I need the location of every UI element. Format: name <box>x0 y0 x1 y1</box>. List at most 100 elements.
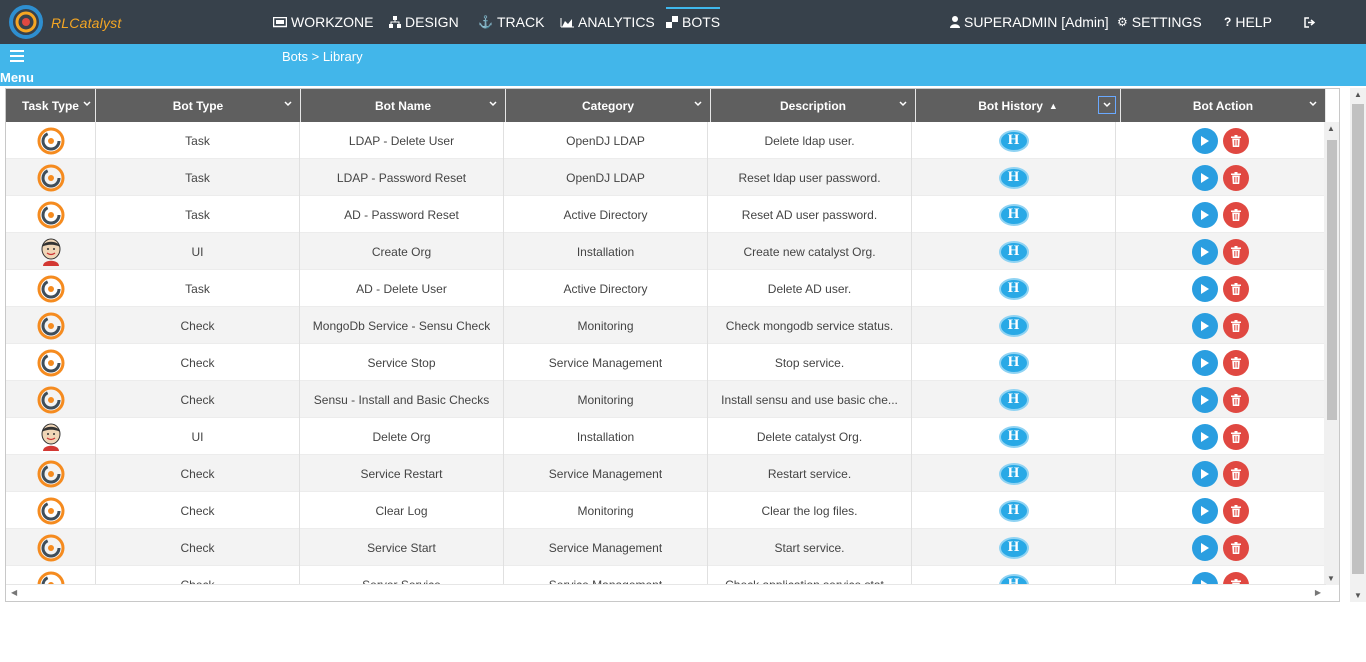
play-icon <box>1201 357 1209 368</box>
grid-scroll-thumb[interactable] <box>1327 140 1337 420</box>
trash-icon <box>1231 134 1241 147</box>
bot-history-button[interactable]: H <box>998 277 1029 300</box>
bot-history-button[interactable]: H <box>998 351 1029 374</box>
bot-history-button[interactable]: H <box>998 166 1029 189</box>
delete-bot-button[interactable] <box>1223 423 1249 450</box>
delete-bot-button[interactable] <box>1223 275 1249 302</box>
user-label: SUPERADMIN [Admin] <box>964 14 1109 30</box>
delete-bot-button[interactable] <box>1223 460 1249 487</box>
column-header-description[interactable]: Description <box>711 89 916 122</box>
page-scroll-up-icon[interactable]: ▲ <box>1354 90 1362 99</box>
column-menu-chevron-icon[interactable] <box>1098 96 1116 114</box>
table-row[interactable]: Check MongoDb Service - Sensu Check Monito… <box>6 307 1326 344</box>
delete-bot-button[interactable] <box>1223 571 1249 585</box>
page-scroll-thumb[interactable] <box>1352 104 1364 574</box>
grid-header: Task Type Bot Type Bot Name Category Descrip… <box>6 89 1326 122</box>
run-bot-button[interactable] <box>1192 164 1218 191</box>
column-menu-chevron-icon[interactable] <box>83 99 91 109</box>
scroll-right-icon[interactable]: ▶ <box>1315 588 1321 597</box>
column-menu-chevron-icon[interactable] <box>694 99 702 109</box>
hamburger-menu-icon[interactable] <box>10 50 24 62</box>
bot-history-cell: H <box>912 196 1116 233</box>
table-row[interactable]: Task AD - Delete User Active Directory Dele… <box>6 270 1326 307</box>
scroll-up-icon[interactable]: ▲ <box>1327 124 1335 133</box>
play-icon <box>1201 283 1209 294</box>
bot-history-cell: H <box>912 492 1116 529</box>
delete-bot-button[interactable] <box>1223 127 1249 154</box>
column-header-bot-type[interactable]: Bot Type <box>96 89 301 122</box>
grid-vertical-scrollbar[interactable]: ▲ ▼ <box>1324 122 1339 585</box>
column-header-category[interactable]: Category <box>506 89 711 122</box>
run-bot-button[interactable] <box>1192 238 1218 265</box>
run-bot-button[interactable] <box>1192 423 1218 450</box>
bot-history-button[interactable]: H <box>998 203 1029 226</box>
run-bot-button[interactable] <box>1192 571 1218 585</box>
table-row[interactable]: Check Service Stop Service Management Stop … <box>6 344 1326 381</box>
nav-design[interactable]: DESIGN <box>389 11 459 33</box>
column-header-task-type[interactable]: Task Type <box>6 89 96 122</box>
bot-name-cell-text: Service Start <box>367 540 436 555</box>
column-menu-chevron-icon[interactable] <box>489 99 497 109</box>
run-bot-button[interactable] <box>1192 534 1218 561</box>
logout-button[interactable] <box>1304 11 1316 33</box>
nav-bots[interactable]: BOTS <box>666 7 721 33</box>
delete-bot-button[interactable] <box>1223 238 1249 265</box>
column-header-bot-name[interactable]: Bot Name <box>301 89 506 122</box>
delete-bot-button[interactable] <box>1223 534 1249 561</box>
menu-label[interactable]: Menu <box>0 70 34 85</box>
scroll-down-icon[interactable]: ▼ <box>1327 574 1335 583</box>
table-row[interactable]: Task LDAP - Delete User OpenDJ LDAP Delete … <box>6 122 1326 159</box>
column-header-bot-history[interactable]: Bot History ▲ <box>916 89 1121 122</box>
run-bot-button[interactable] <box>1192 349 1218 376</box>
run-bot-button[interactable] <box>1192 386 1218 413</box>
nav-track[interactable]: ⚓ TRACK <box>478 11 544 33</box>
run-bot-button[interactable] <box>1192 201 1218 228</box>
column-menu-chevron-icon[interactable] <box>284 99 292 109</box>
column-menu-chevron-icon[interactable] <box>1309 99 1317 109</box>
bot-history-button[interactable]: H <box>998 314 1029 337</box>
run-bot-button[interactable] <box>1192 460 1218 487</box>
bot-history-button[interactable]: H <box>998 240 1029 263</box>
run-bot-button[interactable] <box>1192 312 1218 339</box>
trash-icon <box>1231 171 1241 184</box>
delete-bot-button[interactable] <box>1223 386 1249 413</box>
bot-history-button[interactable]: H <box>998 462 1029 485</box>
bot-type-cell-text: Check <box>180 540 215 555</box>
table-row[interactable]: Check Server Service Service Management Che… <box>6 566 1326 585</box>
page-scroll-down-icon[interactable]: ▼ <box>1354 591 1362 600</box>
table-row[interactable]: Check Service Start Service Management Star… <box>6 529 1326 566</box>
bot-history-button[interactable]: H <box>998 388 1029 411</box>
bot-history-button[interactable]: H <box>998 129 1029 152</box>
table-row[interactable]: UI Create Org Installation Create new catal… <box>6 233 1326 270</box>
delete-bot-button[interactable] <box>1223 497 1249 524</box>
category-cell: Monitoring <box>504 492 708 529</box>
table-row[interactable]: Check Clear Log Monitoring Clear the log fi… <box>6 492 1326 529</box>
table-row[interactable]: Task AD - Password Reset Active Directory R… <box>6 196 1326 233</box>
user-menu[interactable]: SUPERADMIN [Admin] <box>950 11 1109 33</box>
bot-history-button[interactable]: H <box>998 425 1029 448</box>
table-row[interactable]: Check Service Restart Service Management Re… <box>6 455 1326 492</box>
column-header-bot-action[interactable]: Bot Action <box>1121 89 1326 122</box>
nav-help[interactable]: ? HELP <box>1224 11 1272 33</box>
table-row[interactable]: Task LDAP - Password Reset OpenDJ LDAP Rese… <box>6 159 1326 196</box>
nav-analytics[interactable]: ANALYTICS <box>560 11 655 33</box>
delete-bot-button[interactable] <box>1223 349 1249 376</box>
run-bot-button[interactable] <box>1192 127 1218 154</box>
nav-settings[interactable]: ⚙ SETTINGS <box>1117 11 1202 33</box>
bot-history-button[interactable]: H <box>998 536 1029 559</box>
delete-bot-button[interactable] <box>1223 312 1249 339</box>
app-logo[interactable]: RLCatalyst <box>6 4 121 40</box>
nav-workzone[interactable]: WORKZONE <box>273 11 373 33</box>
column-header-label: Task Type <box>22 98 79 113</box>
bot-history-button[interactable]: H <box>998 499 1029 522</box>
run-bot-button[interactable] <box>1192 275 1218 302</box>
delete-bot-button[interactable] <box>1223 201 1249 228</box>
delete-bot-button[interactable] <box>1223 164 1249 191</box>
column-menu-chevron-icon[interactable] <box>899 99 907 109</box>
table-row[interactable]: Check Sensu - Install and Basic Checks Mon… <box>6 381 1326 418</box>
grid-horizontal-scrollbar[interactable]: ◀ ▶ <box>6 584 1326 601</box>
table-row[interactable]: UI Delete Org Installation Delete catalyst … <box>6 418 1326 455</box>
page-vertical-scrollbar[interactable]: ▲ ▼ <box>1350 88 1366 602</box>
scroll-left-icon[interactable]: ◀ <box>11 588 17 597</box>
run-bot-button[interactable] <box>1192 497 1218 524</box>
